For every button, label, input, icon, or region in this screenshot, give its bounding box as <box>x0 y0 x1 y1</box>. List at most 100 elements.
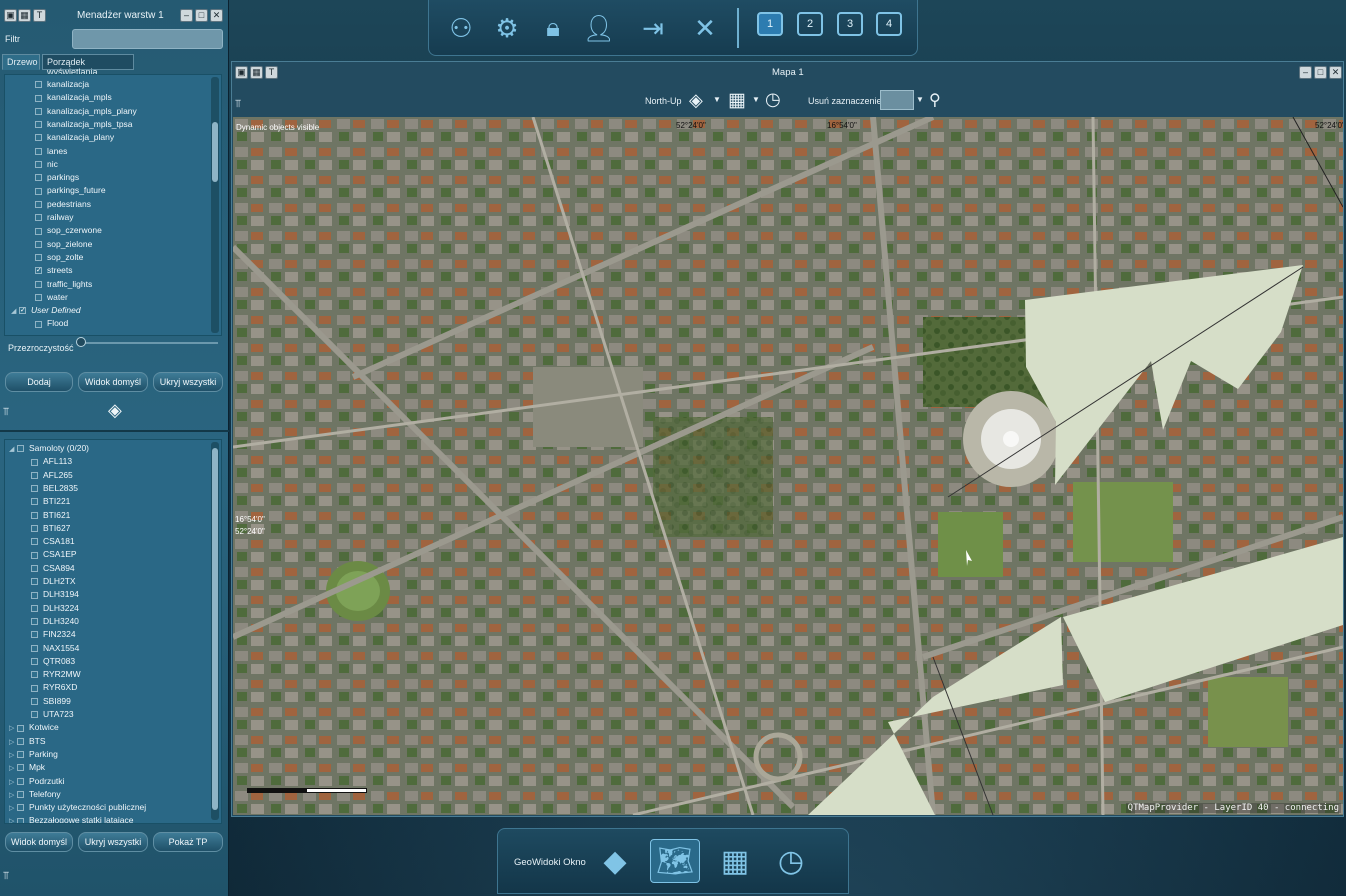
object-group-item[interactable]: ▷ BTS <box>9 736 46 749</box>
expand-icon[interactable]: ◢ <box>11 307 19 315</box>
group-checkbox[interactable] <box>17 777 24 785</box>
hide-all-button-2[interactable]: Ukryj wszystki <box>78 832 148 852</box>
aircraft-checkbox[interactable] <box>31 697 38 705</box>
layer-checkbox[interactable] <box>35 81 42 89</box>
layer-item[interactable]: kanalizacja_mpls_tpsa <box>35 119 133 132</box>
paperclip-icon[interactable]: ⚲ <box>929 90 941 116</box>
aircraft-checkbox[interactable] <box>31 711 38 719</box>
expand-icon[interactable]: ▷ <box>9 751 17 759</box>
logout-icon[interactable]: ⇥ <box>629 8 677 48</box>
object-group-item[interactable]: ◢ Samoloty (0/20) <box>9 443 89 456</box>
eraser-icon[interactable]: ◈ <box>108 400 122 421</box>
aircraft-checkbox[interactable] <box>31 511 38 519</box>
object-group-item[interactable]: ▷ Podrzutki <box>9 776 64 789</box>
window-menu-icon[interactable]: ▣ <box>235 66 248 79</box>
screen-2-button[interactable]: 2 <box>797 12 823 36</box>
aircraft-item[interactable]: AFL265 <box>31 470 73 483</box>
object-group-item[interactable]: ▷ Mpk <box>9 762 45 775</box>
aircraft-item[interactable]: FIN2324 <box>31 629 76 642</box>
layer-checkbox[interactable] <box>35 187 42 195</box>
grid-icon[interactable]: ▦ <box>710 839 760 883</box>
group-checkbox[interactable] <box>17 817 24 823</box>
selection-tool-icon[interactable] <box>880 90 914 110</box>
aircraft-item[interactable]: SBI899 <box>31 696 71 709</box>
layer-checkbox[interactable] <box>35 107 42 115</box>
layer-item[interactable]: sop_zielone <box>35 239 92 252</box>
layer-item[interactable]: railway <box>35 212 73 225</box>
satellite-icon[interactable]: ⚙ <box>489 8 525 48</box>
layer-item[interactable]: ✓ streets <box>35 265 73 278</box>
layer-checkbox[interactable] <box>35 254 42 262</box>
text-icon[interactable]: T <box>265 66 278 79</box>
layer-item[interactable]: water <box>35 292 68 305</box>
layer-item[interactable]: parkings <box>35 172 79 185</box>
layer-checkbox[interactable] <box>35 174 42 182</box>
aircraft-item[interactable]: CSA894 <box>31 563 75 576</box>
layer-item[interactable]: parkings_future <box>35 185 106 198</box>
object-group-item[interactable]: ▷ Telefony <box>9 789 61 802</box>
object-group-item[interactable]: ▷ Kotwice <box>9 722 59 735</box>
clock-icon[interactable]: ◷ <box>766 839 816 883</box>
hide-all-button[interactable]: Ukryj wszystki <box>153 372 223 392</box>
aircraft-item[interactable]: QTR083 <box>31 656 75 669</box>
aircraft-checkbox[interactable] <box>31 618 38 626</box>
aircraft-item[interactable]: BTI221 <box>31 496 70 509</box>
close-icon[interactable]: ✕ <box>687 8 723 48</box>
aircraft-checkbox[interactable] <box>31 525 38 533</box>
layer-item[interactable]: kanalizacja_mpls_plany <box>35 106 137 119</box>
collapse-icon[interactable]: ◢ <box>9 445 17 453</box>
expand-icon[interactable]: ▷ <box>9 724 17 732</box>
aircraft-item[interactable]: DLH2TX <box>31 576 76 589</box>
transparency-slider[interactable] <box>80 342 218 344</box>
group-checkbox[interactable] <box>17 804 24 812</box>
aircraft-checkbox[interactable] <box>31 644 38 652</box>
screen-3-button[interactable]: 3 <box>837 12 863 36</box>
grid-icon[interactable]: ▦ <box>250 66 263 79</box>
aircraft-item[interactable]: RYR2MW <box>31 669 81 682</box>
world-map-icon[interactable]: 🗺︎ <box>650 839 700 883</box>
layer-item[interactable]: lanes <box>35 146 67 159</box>
layer-item[interactable]: kanalizacja_mpls <box>35 92 112 105</box>
maximize-icon[interactable]: □ <box>195 9 208 22</box>
layer-checkbox[interactable] <box>35 161 42 169</box>
user-icon[interactable]: 👤︎ <box>581 8 617 48</box>
aircraft-checkbox[interactable] <box>31 658 38 666</box>
close-icon[interactable]: ✕ <box>210 9 223 22</box>
map-view[interactable]: Dynamic objects visible 52°24'0" 16°54'0… <box>233 117 1343 815</box>
layer-tree-scrollbar[interactable] <box>211 77 219 333</box>
minimize-icon[interactable]: – <box>1299 66 1312 79</box>
group-checkbox[interactable] <box>17 737 24 745</box>
layer-checkbox[interactable]: ✓ <box>35 267 42 275</box>
tab-display-order[interactable]: Porządek wyświetlania <box>42 54 134 77</box>
default-view-button-2[interactable]: Widok domyśl <box>5 832 73 852</box>
layer-checkbox[interactable] <box>35 134 42 142</box>
layer-checkbox[interactable] <box>35 294 42 302</box>
object-group-item[interactable]: ▷ Parking <box>9 749 58 762</box>
aircraft-item[interactable]: DLH3194 <box>31 589 79 602</box>
layer-item[interactable]: pedestrians <box>35 199 91 212</box>
show-tp-button[interactable]: Pokaż TP <box>153 832 223 852</box>
expand-icon[interactable]: ▷ <box>9 804 17 812</box>
group-checkbox[interactable] <box>17 724 24 732</box>
layer-item[interactable]: sop_zolte <box>35 252 83 265</box>
layer-item[interactable]: sop_czerwone <box>35 225 102 238</box>
layers-icon[interactable]: ◆ <box>590 839 640 883</box>
aircraft-checkbox[interactable] <box>31 471 38 479</box>
aircraft-item[interactable]: DLH3240 <box>31 616 79 629</box>
layer-item[interactable]: kanalizacja_plany <box>35 132 114 145</box>
layer-checkbox[interactable] <box>35 227 42 235</box>
default-view-button[interactable]: Widok domyśl <box>78 372 148 392</box>
layer-item[interactable]: kanalizacja <box>35 79 89 92</box>
layer-item[interactable]: Flood <box>35 318 68 331</box>
aircraft-checkbox[interactable] <box>31 538 38 546</box>
layer-checkbox[interactable]: ✓ <box>19 307 26 315</box>
aircraft-checkbox[interactable] <box>31 684 38 692</box>
layer-checkbox[interactable] <box>35 240 42 248</box>
layer-checkbox[interactable] <box>35 147 42 155</box>
grid-icon[interactable]: ▦ <box>728 89 746 115</box>
pin-icon-2[interactable]: ⫪ <box>3 870 9 883</box>
layer-item[interactable]: nic <box>35 159 58 172</box>
layer-checkbox[interactable] <box>35 320 42 328</box>
maximize-icon[interactable]: □ <box>1314 66 1327 79</box>
expand-icon[interactable]: ▷ <box>9 778 17 786</box>
